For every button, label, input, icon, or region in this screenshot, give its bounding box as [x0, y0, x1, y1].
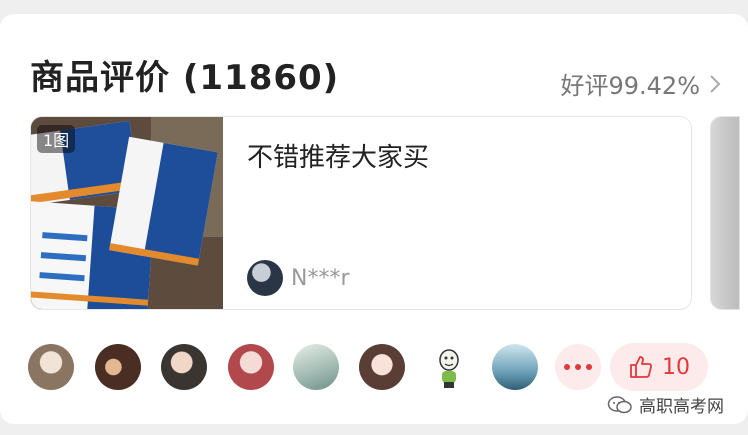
- like-button[interactable]: 10: [610, 343, 708, 391]
- reviews-title: 商品评价 (11860): [30, 58, 340, 98]
- more-reviewers-button[interactable]: [555, 344, 601, 390]
- review-card[interactable]: 1图 不错推荐大家买 N***r: [30, 116, 692, 310]
- meme-avatar-icon: [439, 349, 459, 388]
- dot: [586, 364, 592, 370]
- avatar[interactable]: [161, 344, 207, 390]
- avatar[interactable]: [426, 344, 472, 390]
- avatar[interactable]: [359, 344, 405, 390]
- wechat-icon: [607, 395, 632, 413]
- next-review-card-peek[interactable]: [710, 116, 740, 310]
- review-photo[interactable]: 1图: [31, 117, 223, 309]
- avatar[interactable]: [293, 344, 339, 390]
- avatar[interactable]: [228, 344, 274, 390]
- watermark: 高职高考网: [607, 392, 724, 417]
- avatar[interactable]: [28, 344, 74, 390]
- image-count-badge: 1图: [37, 125, 76, 153]
- avatar[interactable]: [492, 344, 538, 390]
- positive-rating-link[interactable]: 好评99.42%: [560, 66, 722, 101]
- reviewer-info: N***r: [247, 260, 350, 296]
- reviewer-name: N***r: [291, 265, 350, 291]
- dot: [575, 364, 581, 370]
- watermark-text: 高职高考网: [639, 397, 724, 417]
- chevron-right-icon: [710, 74, 721, 93]
- thumbs-up-icon: [630, 356, 652, 378]
- like-count: 10: [662, 354, 690, 380]
- avatar[interactable]: [95, 344, 141, 390]
- review-text: 不错推荐大家买: [247, 143, 430, 173]
- positive-rating-label: 好评99.42%: [560, 72, 700, 100]
- dot: [564, 364, 570, 370]
- reviewer-avatar: [247, 260, 283, 296]
